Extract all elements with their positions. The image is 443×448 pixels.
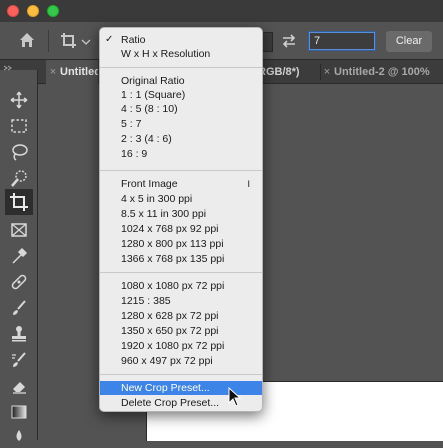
lasso-icon[interactable] [9,142,29,162]
menu-item-label: Front Image [121,178,178,190]
tab-untitled-1[interactable]: × Untitled [46,60,98,84]
close-window-button[interactable] [7,5,19,17]
menu-item-1080x1080[interactable]: 1080 x 1080 px 72 ppi [100,279,262,293]
menu-item-label: 1024 x 768 px 92 ppi [121,223,219,235]
eyedropper-icon[interactable] [9,246,29,266]
tab-untitled-1-mode[interactable]: RGB/8*) [258,60,320,84]
menu-item-label: 4 x 5 in 300 ppi [121,193,193,205]
tab-label: Untitled-2 @ 100% [334,66,430,78]
crop-tool-preset-picker[interactable] [58,30,92,52]
menu-item-label: 1080 x 1080 px 72 ppi [121,280,225,292]
menu-item-2-3[interactable]: 2 : 3 (4 : 6) [100,132,262,146]
menu-item-1366x768[interactable]: 1366 x 768 px 135 ppi [100,252,262,266]
crop-icon[interactable] [5,189,33,215]
menu-item-4-5[interactable]: 4 : 5 (8 : 10) [100,102,262,116]
menu-item-label: New Crop Preset... [121,382,210,394]
menu-item-1215-385[interactable]: 1215 : 385 [100,294,262,308]
menu-separator [100,67,262,68]
menu-item-8.5x11-300[interactable]: 8.5 x 11 in 300 ppi [100,207,262,221]
menu-item-label: 1280 x 800 px 113 ppi [121,238,224,250]
menu-shortcut: I [247,179,250,189]
menu-item-1280x628[interactable]: 1280 x 628 px 72 ppi [100,309,262,323]
tab-label: RGB/8*) [258,66,300,78]
menu-item-1920x1080[interactable]: 1920 x 1080 px 72 ppi [100,339,262,353]
menu-item-label: 1920 x 1080 px 72 ppi [121,340,225,352]
menu-item-label: W x H x Resolution [121,48,211,60]
swap-icon[interactable] [280,32,298,50]
tools-panel [0,60,38,441]
menu-item-5-7[interactable]: 5 : 7 [100,117,262,131]
menu-item-960x497[interactable]: 960 x 497 px 72 ppi [100,354,262,368]
menu-item-label: 1366 x 768 px 135 ppi [121,253,225,265]
menu-separator [100,170,262,171]
close-tab-icon[interactable]: × [46,60,60,84]
menu-item-label: 2 : 3 (4 : 6) [121,133,172,145]
tab-untitled-2[interactable]: × Untitled-2 @ 100% [320,60,443,84]
menu-item-label: 1280 x 628 px 72 ppi [121,310,219,322]
gradient-icon[interactable] [9,402,29,422]
quick-select-icon[interactable] [9,168,29,188]
menu-item-1350x650[interactable]: 1350 x 650 px 72 ppi [100,324,262,338]
eraser-icon[interactable] [9,376,29,396]
menu-item-label: 8.5 x 11 in 300 ppi [121,208,207,220]
tools-panel-header[interactable] [0,60,38,71]
stamp-icon[interactable] [9,324,29,344]
tab-label: Untitled [60,66,98,78]
menu-item-label: 1 : 1 (Square) [121,89,186,101]
ratio-height-input[interactable]: 7 [309,32,375,50]
menu-item-1-1[interactable]: 1 : 1 (Square) [100,88,262,102]
menu-item-16-9[interactable]: 16 : 9 [100,147,262,161]
marquee-icon[interactable] [9,116,29,136]
menu-item-label: 16 : 9 [121,148,148,160]
options-divider [48,30,49,52]
checkmark-icon: ✓ [105,34,114,45]
zoom-window-button[interactable] [47,5,59,17]
menu-item-1280x800[interactable]: 1280 x 800 px 113 ppi [100,237,262,251]
history-brush-icon[interactable] [9,350,29,370]
crop-preset-menu: ✓ Ratio W x H x Resolution Original Rati… [99,27,263,412]
window-titlebar [0,0,443,22]
blur-icon[interactable] [9,428,29,448]
menu-item-label: 1215 : 385 [121,295,171,307]
close-tab-icon[interactable]: × [320,60,334,84]
menu-item-original-ratio[interactable]: Original Ratio [100,74,262,88]
minimize-window-button[interactable] [27,5,39,17]
menu-separator [100,272,262,273]
menu-item-label: Original Ratio [121,75,185,87]
mouse-pointer-icon [228,386,242,407]
move-icon[interactable] [9,90,29,110]
menu-item-4x5-300[interactable]: 4 x 5 in 300 ppi [100,192,262,206]
home-icon[interactable] [18,31,36,49]
menu-item-label: 960 x 497 px 72 ppi [121,355,213,367]
menu-item-label: 4 : 5 (8 : 10) [121,103,178,115]
healing-icon[interactable] [9,272,29,292]
menu-item-wxhxres[interactable]: W x H x Resolution [100,47,262,61]
clear-button[interactable]: Clear [386,31,432,52]
menu-separator [100,374,262,375]
menu-item-1024x768[interactable]: 1024 x 768 px 92 ppi [100,222,262,236]
brush-icon[interactable] [9,298,29,318]
menu-item-label: Delete Crop Preset... [121,397,220,409]
menu-item-front-image[interactable]: Front Image I [100,177,262,191]
menu-item-label: 5 : 7 [121,118,142,130]
menu-item-ratio[interactable]: ✓ Ratio [100,33,262,47]
frame-icon[interactable] [9,220,29,240]
menu-item-label: Ratio [121,34,146,46]
menu-item-label: 1350 x 650 px 72 ppi [121,325,219,337]
